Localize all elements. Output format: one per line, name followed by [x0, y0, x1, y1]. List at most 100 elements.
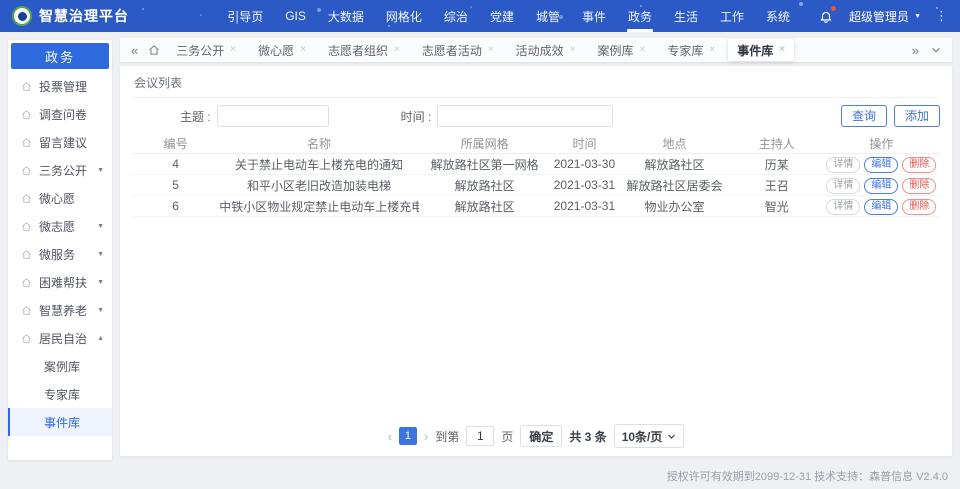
- cell-host: 历某: [730, 153, 823, 175]
- tab-volunteer-activity[interactable]: 志愿者活动 ×: [413, 39, 503, 61]
- notification-bell-icon[interactable]: [819, 5, 837, 24]
- cell-id: 4: [132, 153, 220, 175]
- nav-item-dangjian[interactable]: 党建: [479, 0, 525, 32]
- col-header-actions: 操作: [822, 133, 940, 154]
- prev-page-icon[interactable]: ‹: [388, 430, 392, 443]
- delete-button[interactable]: 删除: [902, 156, 937, 173]
- nav-item-grid[interactable]: 网格化: [375, 0, 433, 32]
- form-buttons: 查询 添加: [840, 105, 940, 127]
- close-icon[interactable]: ×: [394, 45, 400, 55]
- content-panel: 会议列表 主题 : 时间 : 查询 添加 编号 名称 所属网格 时间 地点 主持…: [120, 66, 952, 456]
- nav-item-shijian[interactable]: 事件: [571, 0, 617, 32]
- edit-button[interactable]: 编辑: [864, 198, 899, 215]
- sidebar-subitem-case-library[interactable]: 案例库: [8, 352, 112, 380]
- goto-page-input[interactable]: [466, 426, 495, 446]
- cell-time: 2021-03-31: [550, 174, 619, 196]
- delete-button[interactable]: 删除: [902, 198, 937, 215]
- house-icon: [21, 221, 32, 232]
- sidebar-subitem-event-library[interactable]: 事件库: [8, 408, 112, 436]
- nav-item-chengguan[interactable]: 城管: [525, 0, 571, 32]
- sidebar-subitem-expert-library[interactable]: 专家库: [8, 380, 112, 408]
- nav-item-xitong[interactable]: 系统: [755, 0, 801, 32]
- cell-actions: 详情 编辑 删除: [822, 195, 940, 217]
- detail-button[interactable]: 详情: [826, 177, 861, 194]
- house-icon: [21, 249, 32, 260]
- tab-sanwugongkai[interactable]: 三务公开 ×: [167, 39, 245, 61]
- chevrons-right-icon[interactable]: »: [907, 44, 924, 57]
- more-options-icon[interactable]: ⋮: [935, 8, 948, 24]
- chevron-down-icon: ▼: [914, 12, 921, 20]
- close-icon[interactable]: ×: [488, 45, 494, 55]
- col-header-grid: 所属网格: [418, 133, 551, 154]
- next-page-icon[interactable]: ›: [424, 430, 428, 443]
- chevron-down-icon: [668, 434, 676, 439]
- tab-activity-result[interactable]: 活动成效 ×: [507, 39, 585, 61]
- tab-case-library[interactable]: 案例库 ×: [589, 39, 655, 61]
- nav-item-bigdata[interactable]: 大数据: [317, 0, 375, 32]
- home-icon[interactable]: [143, 44, 165, 56]
- sidebar-header-zhengwu[interactable]: 政务: [11, 43, 109, 69]
- delete-button[interactable]: 删除: [902, 177, 937, 194]
- nav-item-gis[interactable]: GIS: [274, 0, 317, 32]
- close-icon[interactable]: ×: [640, 45, 646, 55]
- edit-button[interactable]: 编辑: [864, 156, 899, 173]
- cell-time: 2021-03-31: [550, 195, 619, 217]
- sidebar-item-elderly[interactable]: 智慧养老 ▼: [8, 296, 112, 324]
- time-label: 时间 :: [400, 109, 432, 124]
- subject-input[interactable]: [216, 105, 329, 127]
- time-input[interactable]: [437, 105, 614, 127]
- table-row: 6 中铁小区物业规定禁止电动车上楼充电的通知 解放路社区 2021-03-31 …: [132, 195, 940, 217]
- sidebar-item-sanwu[interactable]: 三务公开 ▼: [8, 156, 112, 184]
- caret-down-icon: ▼: [97, 166, 104, 174]
- sidebar-item-autonomy[interactable]: 居民自治 ▲: [8, 324, 112, 352]
- cell-place: 解放路社区: [618, 153, 731, 175]
- col-header-name: 名称: [219, 133, 419, 154]
- meeting-table: 编号 名称 所属网格 时间 地点 主持人 操作 4 关于禁止电动车上楼充电的通知…: [132, 133, 940, 217]
- nav-item-zongzhi[interactable]: 综治: [433, 0, 479, 32]
- table-header-row: 编号 名称 所属网格 时间 地点 主持人 操作: [132, 133, 940, 154]
- cell-actions: 详情 编辑 删除: [822, 174, 940, 196]
- sidebar-item-suggestion[interactable]: 留言建议: [8, 128, 112, 156]
- sidebar-item-voting[interactable]: 投票管理: [8, 72, 112, 100]
- search-button[interactable]: 查询: [840, 105, 887, 127]
- nav-item-shenghuo[interactable]: 生活: [663, 0, 709, 32]
- cell-grid: 解放路社区: [418, 174, 551, 196]
- tab-volunteer-org[interactable]: 志愿者组织 ×: [319, 39, 409, 61]
- edit-button[interactable]: 编辑: [864, 177, 899, 194]
- pagination: ‹ 1 › 到第 页 确定 共 3 条 10条/页: [120, 424, 952, 448]
- close-icon[interactable]: ×: [709, 45, 715, 55]
- tab-weixinyuan[interactable]: 微心愿 ×: [249, 39, 315, 61]
- add-button[interactable]: 添加: [893, 105, 940, 127]
- nav-item-gongzuo[interactable]: 工作: [709, 0, 755, 32]
- license-footer: 授权许可有效期到2099-12-31 技术支持：森普信息 V2.4.0: [666, 471, 948, 483]
- tab-expert-library[interactable]: 专家库 ×: [658, 39, 724, 61]
- cell-name: 中铁小区物业规定禁止电动车上楼充电的通知: [219, 195, 419, 217]
- sidebar-item-survey[interactable]: 调查问卷: [8, 100, 112, 128]
- close-icon[interactable]: ×: [230, 45, 236, 55]
- tab-event-library[interactable]: 事件库 ×: [728, 39, 795, 61]
- sidebar-item-volunteer[interactable]: 微志愿 ▼: [8, 212, 112, 240]
- nav-item-guide-page[interactable]: 引导页: [216, 0, 274, 32]
- house-icon: [21, 137, 32, 148]
- page-size-select[interactable]: 10条/页: [613, 424, 685, 448]
- house-icon: [21, 109, 32, 120]
- sidebar-item-assist[interactable]: 困难帮扶 ▼: [8, 268, 112, 296]
- page-1-button[interactable]: 1: [398, 427, 417, 445]
- sidebar-item-service[interactable]: 微服务 ▼: [8, 240, 112, 268]
- goto-suffix-label: 页: [501, 429, 514, 444]
- detail-button[interactable]: 详情: [826, 198, 861, 215]
- close-icon[interactable]: ×: [300, 45, 306, 55]
- cell-place: 解放路社区居委会: [618, 174, 731, 196]
- nav-item-zhengwu[interactable]: 政务: [617, 0, 663, 32]
- sidebar-item-wish[interactable]: 微心愿: [8, 184, 112, 212]
- house-icon: [21, 193, 32, 204]
- user-menu[interactable]: 超级管理员 ▼: [849, 8, 921, 25]
- tabs-dropdown-icon[interactable]: [926, 45, 946, 55]
- close-icon[interactable]: ×: [779, 45, 785, 55]
- detail-button[interactable]: 详情: [826, 156, 861, 173]
- close-icon[interactable]: ×: [570, 45, 576, 55]
- goto-prefix-label: 到第: [435, 429, 460, 444]
- sidebar: 政务 投票管理 调查问卷 留言建议 三务公开 ▼ 微心愿 微志愿 ▼ 微服务 ▼…: [8, 40, 112, 460]
- chevrons-left-icon[interactable]: «: [126, 44, 143, 57]
- confirm-button[interactable]: 确定: [520, 425, 563, 447]
